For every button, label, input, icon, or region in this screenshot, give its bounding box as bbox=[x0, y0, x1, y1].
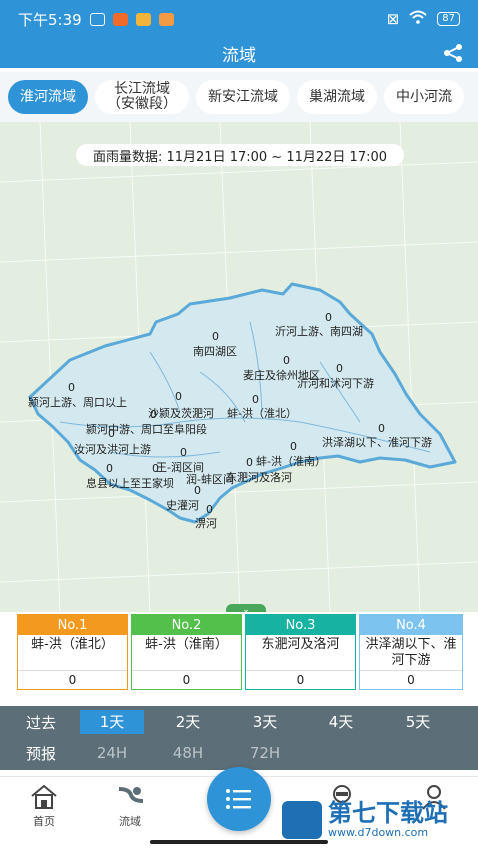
region-value: 0 bbox=[212, 330, 219, 343]
watermark-url: www.d7down.com bbox=[328, 826, 429, 839]
rank-number: No.1 bbox=[18, 615, 127, 635]
weibo-icon bbox=[135, 12, 151, 26]
region-value: 0 bbox=[283, 354, 290, 367]
region-value: 0 bbox=[180, 446, 187, 459]
past-4day[interactable]: 4天 bbox=[309, 710, 373, 734]
rank-card-2[interactable]: No.2 蚌-洪（淮南） 0 bbox=[131, 614, 242, 690]
app-notification-icon bbox=[112, 12, 128, 26]
forecast-24h[interactable]: 24H bbox=[80, 741, 144, 765]
region-value: 0 bbox=[290, 440, 297, 453]
rank-region-name: 蚌-洪（淮北） bbox=[18, 635, 127, 671]
region-value: 0 bbox=[108, 427, 115, 440]
region-label: 蚌-洪（淮南） bbox=[256, 455, 326, 468]
region-label: 沂河上游、南四湖 bbox=[275, 325, 363, 338]
region-value: 0 bbox=[194, 484, 201, 497]
basin-map[interactable]: 面雨量数据: 11月21日 17:00 ~ 11月22日 17:00 0 沂河上… bbox=[0, 122, 478, 612]
rank-region-name: 蚌-洪（淮南） bbox=[132, 635, 241, 671]
rank-value: 0 bbox=[68, 673, 77, 687]
sim-icon: ⊠ bbox=[386, 10, 400, 28]
region-label: 南四湖区 bbox=[193, 345, 237, 358]
collapse-handle[interactable]: ⌄ bbox=[226, 604, 266, 612]
region-label: 汝河及洪河上游 bbox=[74, 443, 151, 456]
wifi-icon bbox=[409, 10, 427, 28]
region-label: 息县以上至王家坝 bbox=[86, 477, 174, 490]
watermark-title: 第七下载站 bbox=[328, 799, 448, 827]
region-value: 0 bbox=[246, 456, 253, 469]
watermark: 第七下载站 www.d7down.com bbox=[282, 800, 448, 839]
gesture-bar bbox=[150, 840, 328, 844]
status-bar: 下午5:39 ⊠ 87 bbox=[0, 0, 478, 38]
list-icon bbox=[226, 789, 251, 809]
region-label: 洪泽湖以下、淮河下游 bbox=[322, 436, 432, 449]
past-1day[interactable]: 1天 bbox=[80, 710, 144, 734]
app-header: 流域 bbox=[0, 38, 478, 68]
region-value: 0 bbox=[106, 462, 113, 475]
past-5day[interactable]: 5天 bbox=[386, 710, 450, 734]
rank-card-4[interactable]: No.4 洪泽湖以下、淮河下游 0 bbox=[359, 614, 463, 690]
rank-value: 0 bbox=[296, 673, 305, 687]
forecast-label: 预报 bbox=[26, 745, 57, 763]
map-canvas bbox=[0, 122, 478, 612]
region-label: 沂河和沭河下游 bbox=[297, 377, 374, 390]
tab-changjiang[interactable]: 长江流域 （安徽段） bbox=[95, 80, 189, 114]
region-label: 蚌-洪（淮北） bbox=[227, 407, 297, 420]
region-label: 史灌河 bbox=[166, 499, 199, 512]
region-value: 0 bbox=[150, 408, 157, 421]
tab-huaihe[interactable]: 淮河流域 bbox=[8, 80, 88, 114]
region-value: 0 bbox=[175, 390, 182, 403]
home-icon bbox=[31, 784, 57, 809]
past-3day[interactable]: 3天 bbox=[233, 710, 297, 734]
tab-chaohu[interactable]: 巢湖流域 bbox=[297, 80, 377, 114]
notification-icon bbox=[89, 12, 105, 26]
rank-number: No.4 bbox=[360, 615, 462, 635]
rank-region-name: 洪泽湖以下、淮河下游 bbox=[360, 635, 462, 671]
rainfall-time-range: 面雨量数据: 11月21日 17:00 ~ 11月22日 17:00 bbox=[76, 144, 404, 166]
tab-xinanjiang[interactable]: 新安江流域 bbox=[196, 80, 290, 114]
nav-home[interactable]: 首页 bbox=[14, 783, 74, 829]
past-2day[interactable]: 2天 bbox=[156, 710, 220, 734]
region-label: 颍河上游、周口以上 bbox=[28, 396, 127, 409]
watermark-logo-icon bbox=[282, 800, 322, 839]
region-value: 0 bbox=[336, 362, 343, 375]
time-selector: 过去 1天 2天 3天 4天 5天 预报 24H 48H 72H bbox=[0, 706, 478, 770]
message-icon bbox=[158, 12, 174, 26]
region-label: 颍河中游、周口至阜阳段 bbox=[86, 423, 207, 436]
battery-icon: 87 bbox=[437, 12, 460, 26]
basin-tabs: 淮河流域 长江流域 （安徽段） 新安江流域 巢湖流域 中小河流 bbox=[0, 72, 478, 122]
nav-basin[interactable]: 流域 bbox=[100, 783, 160, 829]
region-value: 0 bbox=[68, 381, 75, 394]
region-label: 淠河 bbox=[195, 517, 217, 530]
rank-number: No.3 bbox=[246, 615, 355, 635]
river-icon bbox=[118, 787, 144, 803]
share-icon[interactable] bbox=[442, 43, 464, 68]
status-time: 下午5:39 bbox=[18, 10, 82, 29]
tab-small-rivers[interactable]: 中小河流 bbox=[384, 80, 464, 114]
chevron-down-icon: ⌄ bbox=[242, 605, 250, 612]
rank-region-name: 东淝河及洛河 bbox=[246, 635, 355, 671]
ranking-row: No.1 蚌-洪（淮北） 0 No.2 蚌-洪（淮南） 0 No.3 东淝河及洛… bbox=[0, 612, 478, 706]
forecast-48h[interactable]: 48H bbox=[156, 741, 220, 765]
rank-card-3[interactable]: No.3 东淝河及洛河 0 bbox=[245, 614, 356, 690]
region-label: 沙颍及茨淝河 bbox=[148, 407, 214, 420]
rank-number: No.2 bbox=[132, 615, 241, 635]
region-label: 东淝河及洛河 bbox=[226, 471, 292, 484]
rank-card-1[interactable]: No.1 蚌-洪（淮北） 0 bbox=[17, 614, 128, 690]
forecast-72h[interactable]: 72H bbox=[233, 741, 297, 765]
rank-value: 0 bbox=[182, 673, 191, 687]
rank-value: 0 bbox=[407, 673, 415, 687]
menu-fab-button[interactable] bbox=[207, 767, 271, 831]
page-title: 流域 bbox=[222, 45, 256, 66]
past-label: 过去 bbox=[26, 714, 57, 732]
region-value: 0 bbox=[152, 462, 159, 475]
